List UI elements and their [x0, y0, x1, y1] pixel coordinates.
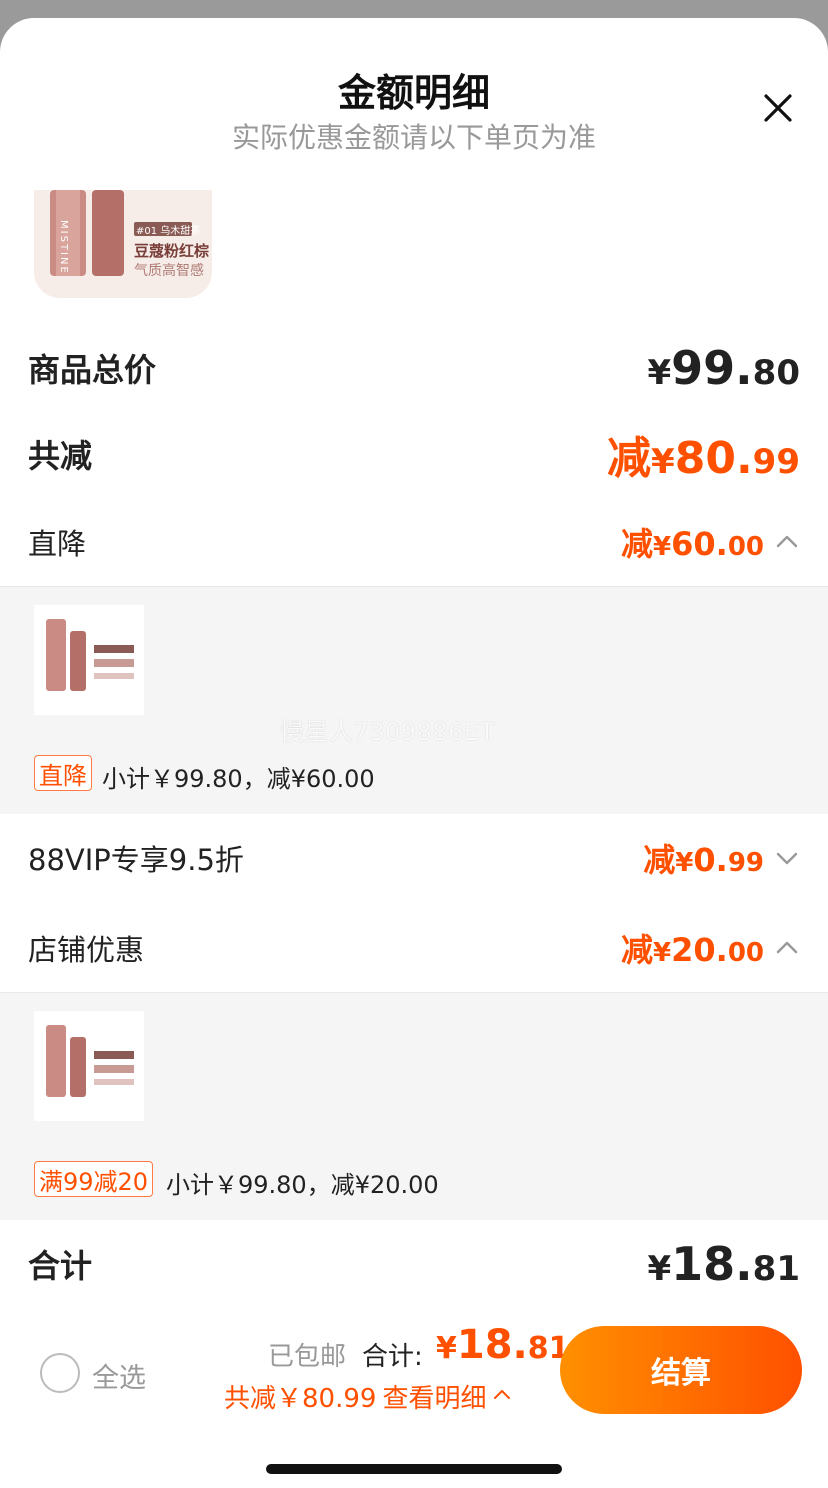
price-integer: 60. [671, 525, 728, 563]
chevron-down-icon[interactable] [774, 845, 800, 871]
direct-discount-detail: 直降 小计￥99.80，减¥60.00 [0, 586, 828, 814]
price-integer: 80. [674, 433, 753, 484]
currency-symbol: ¥ [675, 848, 694, 878]
currency-symbol: ¥ [647, 353, 672, 393]
direct-discount-tag: 直降 [34, 755, 92, 791]
price-decimal: 81 [752, 1249, 800, 1289]
currency-symbol: ¥ [436, 1331, 457, 1366]
currency-symbol: ¥ [651, 442, 675, 482]
vip-discount-value: 减¥0.99 [643, 835, 764, 881]
chevron-up-icon[interactable] [774, 529, 800, 555]
select-all-radio[interactable] [40, 1353, 80, 1393]
product-image-line1: 豆蔻粉红棕 [134, 242, 210, 260]
home-indicator [266, 1464, 562, 1474]
store-discount-value: 减¥20.00 [621, 925, 764, 971]
currency-symbol: ¥ [647, 1249, 672, 1289]
price-decimal: 99 [752, 442, 800, 482]
chevron-up-icon [492, 1382, 512, 1412]
price-integer: 18. [671, 1237, 753, 1291]
price-decimal: 80 [752, 353, 800, 393]
price-decimal: 00 [727, 532, 764, 562]
price-integer: 20. [671, 931, 728, 969]
direct-discount-subtotal: 小计￥99.80，减¥60.00 [102, 765, 375, 793]
product-thumbnail-small [34, 605, 144, 715]
watermark: 慢星人7309886ET [280, 718, 495, 746]
view-detail-label: 查看明细 [382, 1384, 487, 1414]
amount-detail-sheet: 金额明细 实际优惠金额请以下单页为准 MISTINE #01 乌木甜茶 豆蔻粉红… [0, 18, 828, 1488]
checkout-bar: 全选 已包邮 合计: ¥18.81 共减￥80.99 查看明细 结算 [0, 1308, 828, 1488]
grand-total-row: 合计 ¥18.81 [28, 1236, 800, 1292]
close-icon[interactable] [758, 88, 798, 128]
product-brand: MISTINE [58, 220, 69, 275]
store-discount-tag: 满99减20 [34, 1161, 154, 1197]
vip-discount-row[interactable]: 88VIP专享9.5折 减¥0.99 [28, 834, 800, 882]
discount-prefix: 减 [621, 931, 654, 969]
chevron-up-icon[interactable] [774, 935, 800, 961]
direct-discount-label: 直降 [28, 527, 87, 561]
discount-prefix: 减 [621, 525, 654, 563]
grand-total-label: 合计 [28, 1247, 93, 1285]
price-decimal: 99 [727, 848, 764, 878]
product-image-tag: #01 乌木甜茶 [136, 226, 201, 237]
checkout-button[interactable]: 结算 [560, 1326, 802, 1414]
bar-total-label: 合计: [362, 1342, 423, 1372]
discount-prefix: 减 [607, 433, 652, 484]
total-price-row: 商品总价 ¥99.80 [28, 340, 800, 396]
total-price-value: ¥99.80 [648, 341, 801, 395]
product-thumbnail-small [34, 1011, 144, 1121]
currency-symbol: ¥ [653, 938, 672, 968]
price-decimal: 00 [727, 938, 764, 968]
vip-discount-label: 88VIP专享9.5折 [28, 843, 244, 877]
price-integer: 99. [671, 341, 753, 395]
direct-discount-value: 减¥60.00 [621, 519, 764, 565]
bar-total-value: ¥18.81 [436, 1322, 569, 1368]
price-integer: 0. [693, 841, 728, 879]
view-detail-link[interactable]: 共减￥80.99 查看明细 [224, 1378, 512, 1415]
free-shipping-label: 已包邮 [268, 1342, 347, 1372]
total-price-label: 商品总价 [28, 351, 157, 389]
currency-symbol: ¥ [653, 532, 672, 562]
direct-discount-row[interactable]: 直降 减¥60.00 [28, 518, 800, 566]
total-discount-value: 减¥80.99 [607, 422, 800, 486]
discount-prefix: 减 [643, 841, 676, 879]
price-integer: 18. [456, 1322, 528, 1368]
grand-total-value: ¥18.81 [648, 1237, 801, 1291]
bar-discount-text: 共减￥80.99 [224, 1384, 377, 1414]
total-discount-label: 共减 [28, 437, 93, 475]
page-subtitle: 实际优惠金额请以下单页为准 [231, 121, 596, 154]
store-discount-detail: 满99减20 小计￥99.80，减¥20.00 [0, 992, 828, 1220]
store-discount-subtotal: 小计￥99.80，减¥20.00 [166, 1171, 439, 1199]
store-discount-label: 店铺优惠 [28, 933, 145, 967]
store-discount-row[interactable]: 店铺优惠 减¥20.00 [28, 924, 800, 972]
product-image-line2: 气质高智感 [134, 263, 204, 279]
total-discount-row: 共减 减¥80.99 [28, 426, 800, 484]
product-thumbnail: MISTINE #01 乌木甜茶 豆蔻粉红棕 气质高智感 [34, 190, 212, 298]
page-title: 金额明细 [337, 71, 490, 115]
select-all-label[interactable]: 全选 [92, 1356, 146, 1395]
